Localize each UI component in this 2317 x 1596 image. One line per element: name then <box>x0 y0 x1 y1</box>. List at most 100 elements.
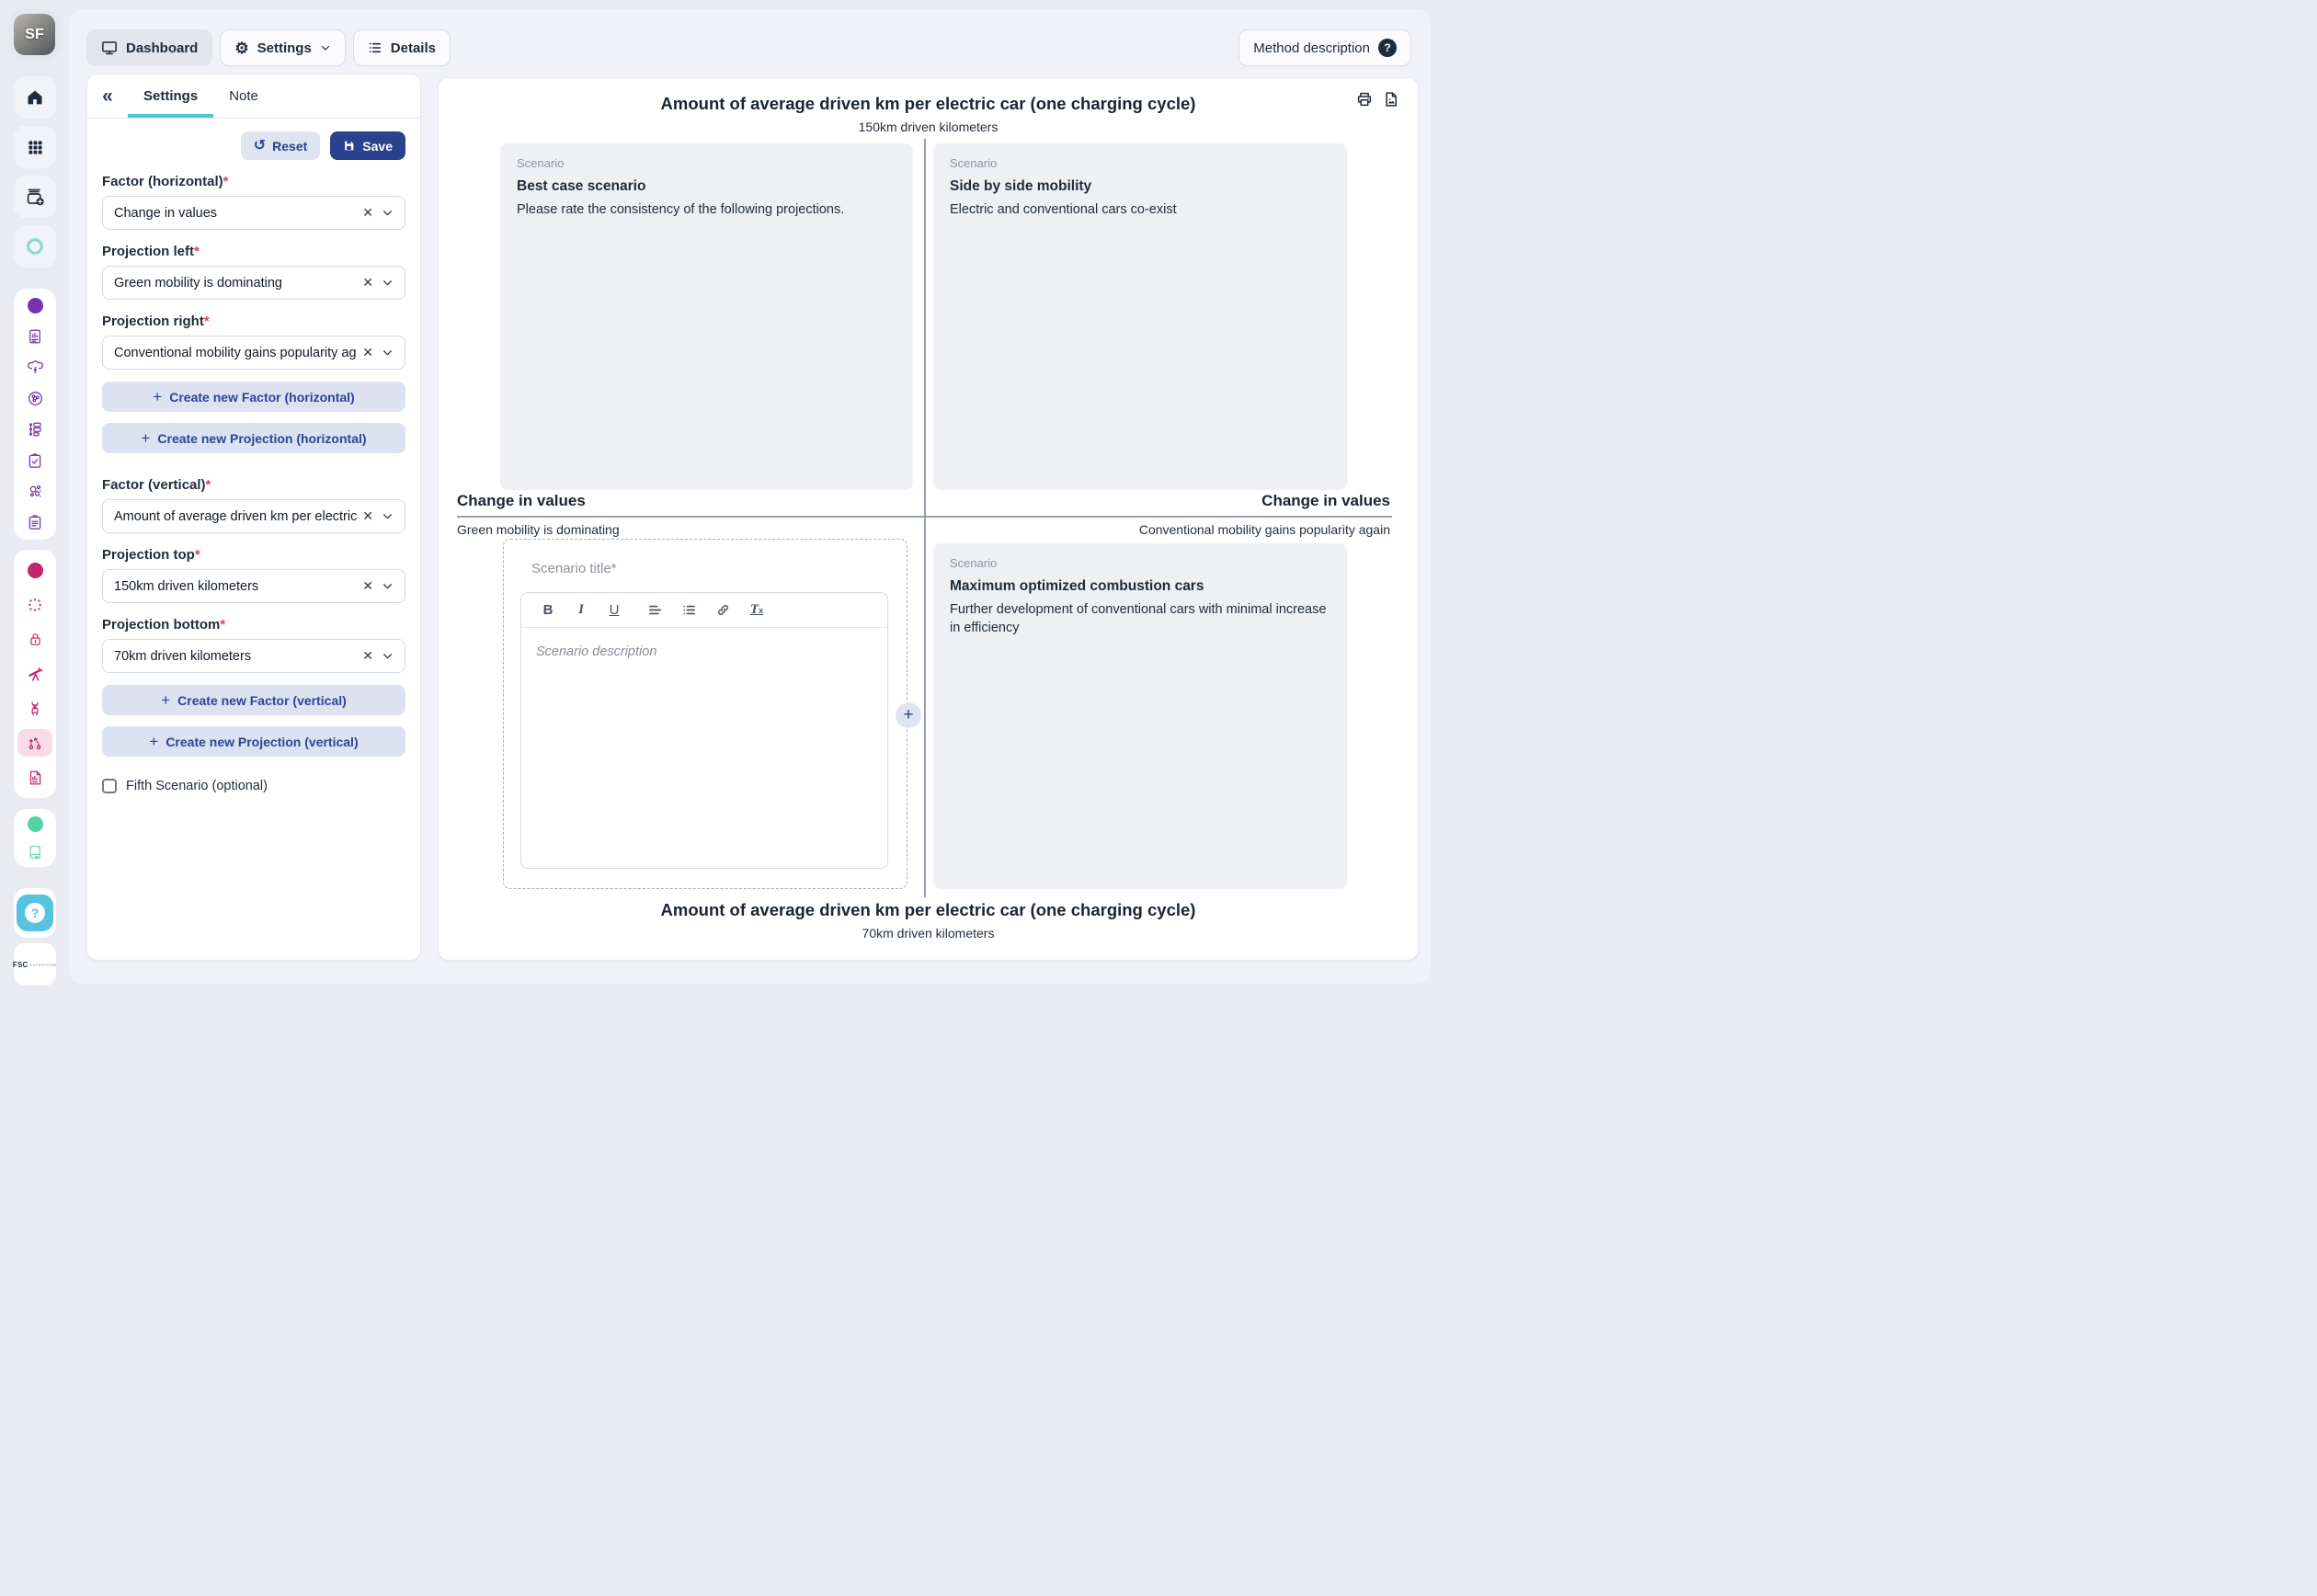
details-button[interactable]: Details <box>353 29 451 66</box>
save-button[interactable]: Save <box>330 131 405 160</box>
sidebar-item-green-module[interactable] <box>17 810 52 838</box>
bullet-list-icon[interactable] <box>681 602 697 618</box>
sidebar-item-foresight[interactable] <box>17 660 52 688</box>
scenario-title-input[interactable] <box>531 556 879 580</box>
home-icon <box>26 88 44 107</box>
factor-horizontal-select[interactable]: Change in values ✕ <box>102 196 405 230</box>
chevron-down-icon <box>382 207 394 219</box>
sidebar-item-library[interactable] <box>17 838 52 866</box>
app-container: Dashboard ⚙ Settings Details Method desc… <box>69 9 1431 984</box>
sidebar-item-tasks[interactable] <box>17 447 52 474</box>
projection-top-select[interactable]: 150km driven kilometers ✕ <box>102 569 405 603</box>
clear-icon[interactable]: ✕ <box>362 345 373 360</box>
sidebar-item-clusters[interactable] <box>17 478 52 506</box>
projection-right-value: Conventional mobility gains popularity a… <box>114 346 357 360</box>
required-mark: * <box>194 244 200 259</box>
scenario-card-top-left[interactable]: Scenario Best case scenario Please rate … <box>500 143 913 490</box>
sidebar-item-notes[interactable] <box>17 508 52 536</box>
create-factor-vertical-button[interactable]: + Create new Factor (vertical) <box>102 685 405 715</box>
add-scenario-button[interactable]: + <box>896 702 921 728</box>
scenario-description-editor: B I U Tx Scenario description <box>520 592 888 869</box>
gear-icon: ⚙ <box>234 40 248 56</box>
clear-icon[interactable]: ✕ <box>362 648 373 664</box>
scenario-card-bottom-right[interactable]: Scenario Maximum optimized combustion ca… <box>933 543 1347 889</box>
chevron-down-icon <box>382 650 394 662</box>
method-description-label: Method description <box>1253 40 1370 56</box>
field-label-projection-right: Projection right* <box>102 314 405 329</box>
ring-icon <box>25 236 45 256</box>
clear-icon[interactable]: ✕ <box>362 275 373 291</box>
create-projection-vertical-button[interactable]: + Create new Projection (vertical) <box>102 726 405 757</box>
clear-icon[interactable]: ✕ <box>362 508 373 524</box>
details-label: Details <box>391 40 436 56</box>
sidebar-item-new-project[interactable] <box>14 176 56 218</box>
help-card: ? <box>14 888 56 938</box>
axis-right-value: Conventional mobility gains popularity a… <box>1139 522 1390 537</box>
create-factor-vertical-label: Create new Factor (vertical) <box>177 693 347 708</box>
scenario-description: Please rate the consistency of the follo… <box>517 201 896 220</box>
help-button[interactable]: ? <box>17 895 53 931</box>
method-description-button[interactable]: Method description ? <box>1238 29 1411 66</box>
scenario-card-top-right[interactable]: Scenario Side by side mobility Electric … <box>933 143 1347 490</box>
sidebar-item-scenarios-active[interactable] <box>17 729 52 757</box>
sidebar-item-report[interactable] <box>17 323 52 350</box>
sidebar-item-apps[interactable] <box>14 126 56 168</box>
factor-horizontal-value: Change in values <box>114 206 357 221</box>
sidebar-item-brainstorm[interactable] <box>17 354 52 382</box>
collapse-panel-icon[interactable]: « <box>87 74 128 118</box>
projection-bottom-select[interactable]: 70km driven kilometers ✕ <box>102 639 405 673</box>
projection-top-value: 150km driven kilometers <box>114 579 357 594</box>
sidebar-item-timeline[interactable] <box>17 416 52 443</box>
settings-label: Settings <box>257 40 312 56</box>
create-factor-horizontal-button[interactable]: + Create new Factor (horizontal) <box>102 382 405 412</box>
reset-button[interactable]: ↺ Reset <box>241 131 321 160</box>
report-document-icon <box>27 770 43 786</box>
clear-icon[interactable]: ✕ <box>362 205 373 221</box>
pink-dot-icon <box>28 563 43 578</box>
chevron-down-icon <box>382 580 394 592</box>
italic-icon[interactable]: I <box>574 602 588 618</box>
tab-note[interactable]: Note <box>213 74 274 118</box>
sidebar-item-factors[interactable] <box>17 591 52 619</box>
field-label-projection-top: Projection top* <box>102 547 405 563</box>
create-projection-horizontal-button[interactable]: + Create new Projection (horizontal) <box>102 423 405 453</box>
sidebar-item-purple-module[interactable] <box>17 292 52 320</box>
footer-logo[interactable]: FSC ENTERPRISE <box>14 943 56 986</box>
sidebar-item-dna[interactable] <box>17 695 52 723</box>
clear-format-icon[interactable]: Tx <box>749 602 764 618</box>
settings-button[interactable]: ⚙ Settings <box>220 29 345 66</box>
editor-toolbar: B I U Tx <box>521 593 887 628</box>
chevron-down-icon <box>382 347 394 359</box>
create-factor-horizontal-label: Create new Factor (horizontal) <box>169 390 354 405</box>
list-icon <box>368 40 382 55</box>
factor-vertical-select[interactable]: Amount of average driven km per electric… <box>102 499 405 533</box>
sidebar-item-ring[interactable] <box>14 225 56 268</box>
required-mark: * <box>195 547 200 563</box>
sidebar-item-network[interactable] <box>17 385 52 413</box>
scenario-title: Side by side mobility <box>950 178 1330 195</box>
clear-icon[interactable]: ✕ <box>362 578 373 594</box>
plus-icon: + <box>141 429 150 448</box>
tab-settings[interactable]: Settings <box>128 74 213 118</box>
scenario-kicker: Scenario <box>950 556 1330 570</box>
bold-icon[interactable]: B <box>541 602 555 618</box>
link-icon[interactable] <box>715 602 731 618</box>
plus-icon: + <box>153 388 162 406</box>
sidebar-item-home[interactable] <box>14 76 56 119</box>
sidebar-item-locked[interactable] <box>17 626 52 654</box>
projection-right-select[interactable]: Conventional mobility gains popularity a… <box>102 336 405 370</box>
projection-left-select[interactable]: Green mobility is dominating ✕ <box>102 266 405 300</box>
underline-icon[interactable]: U <box>607 602 622 618</box>
scenario-kicker: Scenario <box>950 156 1330 170</box>
dashboard-button[interactable]: Dashboard <box>86 29 212 66</box>
clipboard-check-icon <box>27 452 43 469</box>
align-left-icon[interactable] <box>647 602 663 618</box>
sidebar-item-pink-report[interactable] <box>17 764 52 792</box>
sidebar-item-pink-module[interactable] <box>17 557 52 585</box>
app-logo[interactable]: SF <box>14 14 55 55</box>
sidebar-group-pink <box>14 550 56 798</box>
scenario-description-placeholder[interactable]: Scenario description <box>521 628 887 676</box>
sidebar-group-green <box>14 809 56 867</box>
fifth-scenario-checkbox[interactable] <box>102 779 117 793</box>
dna-icon <box>27 701 43 717</box>
